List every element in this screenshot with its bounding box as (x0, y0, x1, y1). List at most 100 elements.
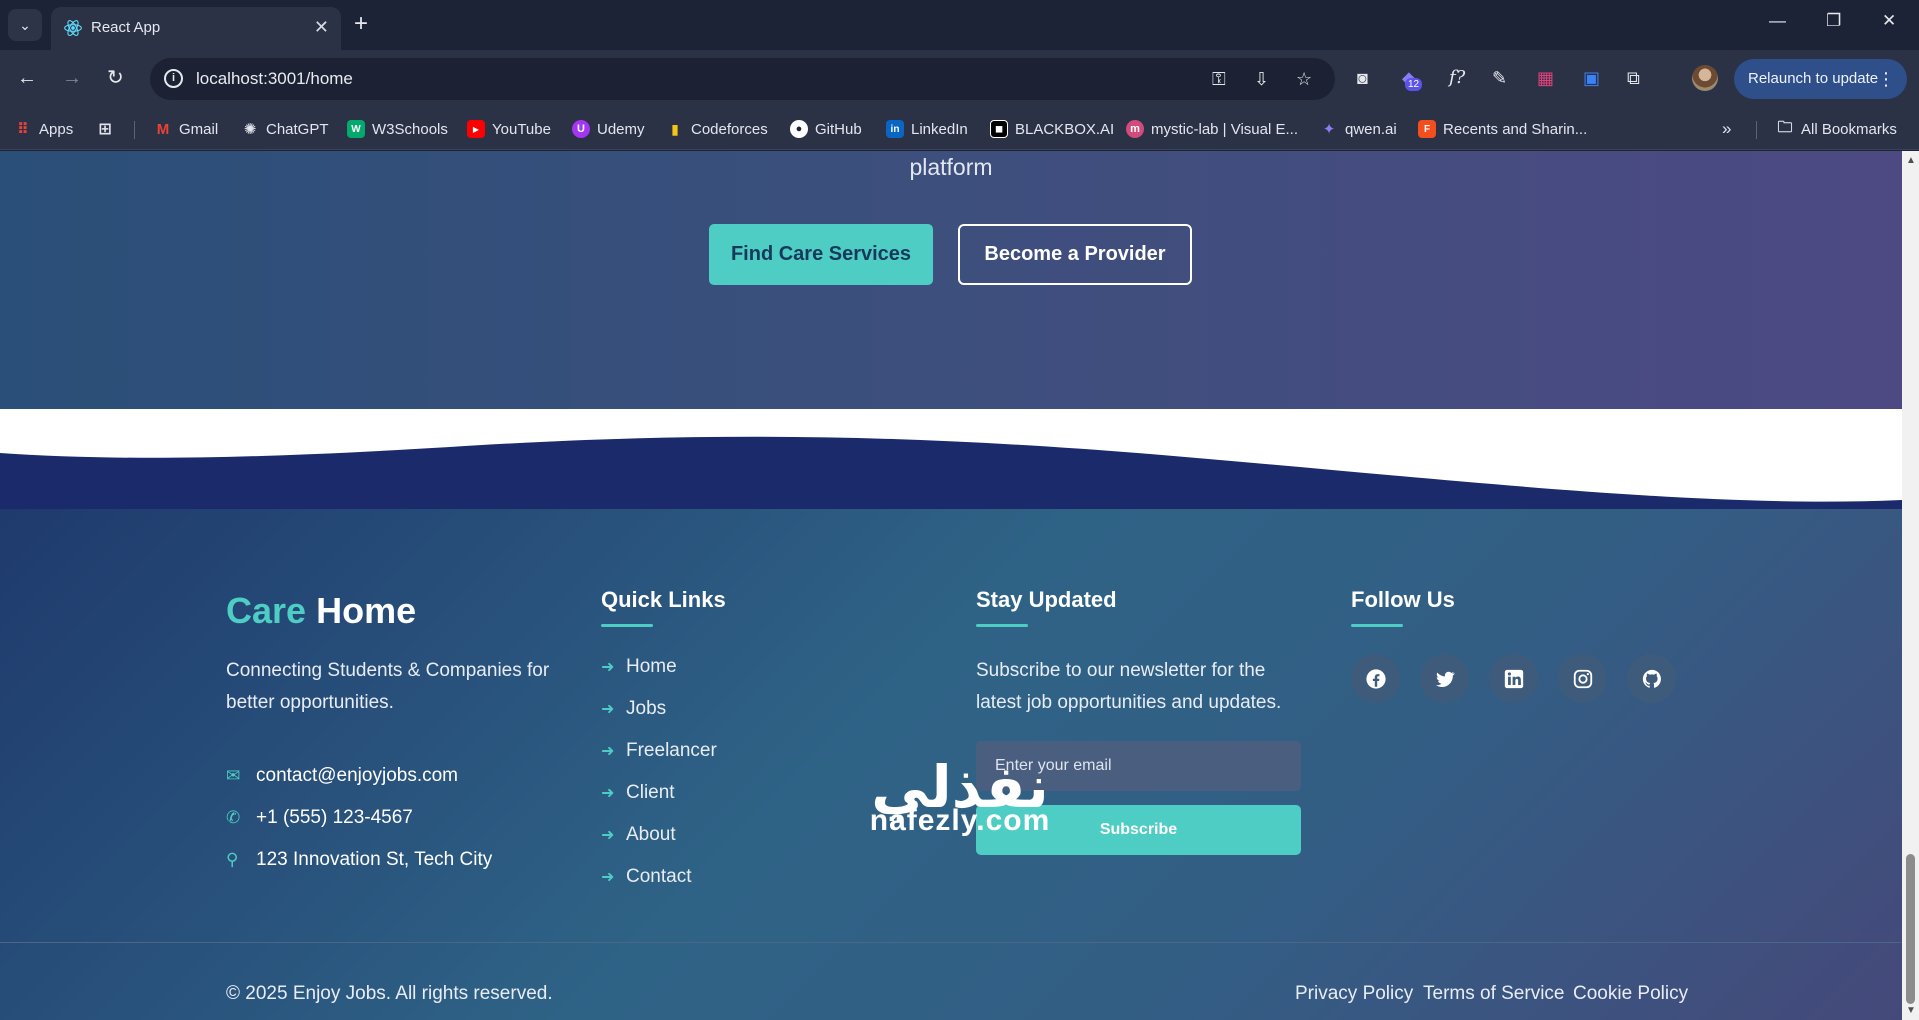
puzzle-extensions-icon[interactable]: ⧉ (1627, 67, 1640, 89)
page-scrollbar[interactable]: ▲ ▼ (1902, 151, 1919, 1020)
map-pin-icon: ⚲ (226, 850, 239, 869)
github-link[interactable] (1627, 654, 1676, 703)
figma-icon: F (1418, 120, 1436, 138)
contact-email[interactable]: ✉ contact@enjoyjobs.com (226, 763, 458, 789)
more-bookmarks-button[interactable]: » (1722, 117, 1731, 141)
codeforces-icon: ▮ (671, 120, 679, 137)
quick-link-client[interactable]: ➜ Client (601, 780, 675, 806)
function-extension-icon[interactable]: f? (1449, 67, 1465, 89)
linkedin-link[interactable] (1489, 654, 1538, 703)
terms-of-service-link[interactable]: Terms of Service (1423, 983, 1564, 1005)
more-vertical-icon[interactable]: ⋮ (1877, 59, 1895, 99)
bookmark-label: Apps (39, 120, 74, 138)
back-icon[interactable]: ← (17, 66, 37, 90)
contact-phone-text: +1 (555) 123-4567 (256, 807, 413, 828)
all-bookmarks-button[interactable]: 🗀 All Bookmarks (1776, 117, 1897, 141)
quick-link-about[interactable]: ➜ About (601, 822, 676, 848)
bookmark-w3schools[interactable]: W W3Schools (347, 117, 448, 141)
bookmark-label: LinkedIn (911, 120, 968, 138)
bookmark-figma[interactable]: F Recents and Sharin... (1418, 117, 1587, 141)
blackbox-icon: ◼ (990, 120, 1008, 138)
install-app-icon[interactable]: ⇩ (1254, 68, 1269, 90)
phone-icon: ✆ (226, 808, 241, 827)
profile-avatar[interactable] (1692, 65, 1718, 91)
camera-extension-icon[interactable]: ◙ (1357, 67, 1368, 89)
bookmark-github[interactable]: ● GitHub (790, 117, 862, 141)
bookmark-label: Udemy (597, 120, 645, 138)
gmail-icon: M (156, 120, 170, 138)
password-key-icon[interactable]: ⚿ (1212, 68, 1226, 90)
browser-tab-bar: ⌄ React App ✕ + — ❐ ✕ (0, 0, 1919, 50)
close-tab-icon[interactable]: ✕ (314, 17, 329, 37)
eyedropper-extension-icon[interactable]: ✎ (1492, 67, 1507, 89)
arrow-right-icon: ➜ (601, 659, 615, 676)
footer-brand[interactable]: Care Home (226, 590, 416, 632)
minimize-icon[interactable]: — (1769, 10, 1786, 32)
window-extension-icon[interactable]: ▣ (1583, 67, 1600, 89)
bookmark-label: qwen.ai (1345, 120, 1397, 138)
bookmark-label: Recents and Sharin... (1443, 120, 1588, 138)
brand-second-word: Home (316, 590, 417, 631)
facebook-link[interactable] (1351, 654, 1400, 703)
bookmark-label: Codeforces (691, 120, 768, 138)
browser-tab[interactable]: React App ✕ (51, 7, 341, 50)
bookmark-chatgpt[interactable]: ✺ ChatGPT (241, 117, 329, 141)
relaunch-button[interactable]: Relaunch to update ⋮ (1734, 59, 1907, 99)
bookmark-codeforces[interactable]: ▮ Codeforces (666, 117, 768, 141)
quick-link-contact[interactable]: ➜ Contact (601, 864, 691, 890)
follow-us-underline (1351, 624, 1403, 627)
contact-email-text: contact@enjoyjobs.com (256, 765, 458, 786)
become-provider-button[interactable]: Become a Provider (958, 224, 1192, 285)
bookmark-udemy[interactable]: U Udemy (572, 117, 645, 141)
bookmark-label: Gmail (179, 120, 219, 138)
github-icon: ● (790, 120, 808, 138)
privacy-policy-link[interactable]: Privacy Policy (1295, 983, 1413, 1005)
tab-search-button[interactable]: ⌄ (8, 9, 42, 41)
quick-link-home[interactable]: ➜ Home (601, 654, 677, 680)
cookie-policy-link[interactable]: Cookie Policy (1573, 983, 1688, 1005)
bookmark-youtube[interactable]: ▶ YouTube (467, 117, 551, 141)
scrollbar-thumb[interactable] (1906, 854, 1915, 1004)
scroll-down-arrow-icon[interactable]: ▼ (1906, 1005, 1916, 1016)
new-tab-icon[interactable]: + (354, 11, 368, 37)
quick-links-underline (601, 624, 653, 627)
bookmark-apps[interactable]: ⠿ Apps (14, 117, 73, 141)
all-bookmarks-label: All Bookmarks (1801, 120, 1897, 138)
bookmark-separator (1756, 121, 1757, 139)
twitter-link[interactable] (1420, 654, 1469, 703)
bookmark-tab-groups[interactable]: ⊞ (96, 117, 121, 141)
arrow-right-icon: ➜ (601, 827, 615, 844)
qwen-icon: ✦ (1322, 121, 1336, 138)
quick-link-label: Contact (626, 866, 692, 887)
bookmark-blackbox[interactable]: ◼ BLACKBOX.AI (990, 117, 1114, 141)
arrow-right-icon: ➜ (601, 743, 615, 760)
contact-phone[interactable]: ✆ +1 (555) 123-4567 (226, 805, 413, 831)
arrow-right-icon: ➜ (601, 869, 615, 886)
restore-icon[interactable]: ❐ (1826, 10, 1841, 32)
scroll-up-arrow-icon[interactable]: ▲ (1906, 155, 1916, 166)
close-window-icon[interactable]: ✕ (1882, 10, 1896, 32)
grid-extension-icon[interactable]: ▦ (1537, 67, 1554, 89)
instagram-link[interactable] (1558, 654, 1607, 703)
quick-link-label: Jobs (626, 698, 667, 719)
watermark-latin: nafezly.com (869, 804, 1051, 837)
quick-link-label: Freelancer (626, 740, 717, 761)
twitter-icon (1435, 671, 1455, 687)
bookmark-mystic-lab[interactable]: m mystic-lab | Visual E... (1126, 117, 1298, 141)
browser-toolbar: ← → ↻ i localhost:3001/home ⚿ ⇩ ☆ ◙ ◆ 12… (0, 50, 1919, 108)
forward-icon[interactable]: → (62, 66, 82, 90)
address-bar[interactable]: i localhost:3001/home ⚿ ⇩ ☆ (150, 58, 1335, 100)
bookmark-qwen[interactable]: ✦ qwen.ai (1320, 117, 1397, 141)
site-info-icon[interactable]: i (164, 69, 183, 88)
url-text[interactable]: localhost:3001/home (196, 69, 353, 89)
bookmark-gmail[interactable]: M Gmail (154, 117, 218, 141)
find-care-services-button[interactable]: Find Care Services (709, 224, 933, 285)
newsletter-underline (976, 624, 1028, 627)
reload-icon[interactable]: ↻ (107, 66, 124, 90)
quick-link-jobs[interactable]: ➜ Jobs (601, 696, 666, 722)
quick-link-freelancer[interactable]: ➜ Freelancer (601, 738, 717, 764)
bookmark-separator (134, 121, 135, 139)
bookmark-linkedin[interactable]: in LinkedIn (886, 117, 968, 141)
footer-tagline: Connecting Students & Companies for bett… (226, 660, 550, 713)
bookmark-star-icon[interactable]: ☆ (1296, 68, 1312, 90)
